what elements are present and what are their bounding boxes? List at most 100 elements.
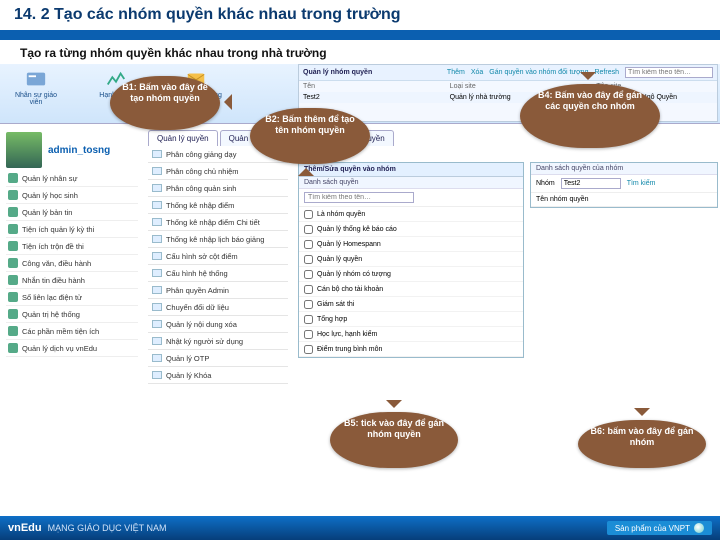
doc-icon: [152, 269, 162, 277]
search-input[interactable]: [625, 67, 713, 78]
stage: Nhân sự giáo viên Hạnh kiểm Tin nhắn thư…: [0, 64, 720, 504]
checkbox-row[interactable]: Học lực, hạnh kiểm: [299, 327, 523, 342]
sidebar-item[interactable]: Tiện ích trộn đề thi: [6, 238, 138, 255]
sidebar-item[interactable]: Quản lý học sinh: [6, 187, 138, 204]
right-panel: Danh sách quyền của nhóm Nhóm Tìm kiếm T…: [530, 162, 718, 208]
sidebar-item[interactable]: Công văn, điều hành: [6, 255, 138, 272]
checkbox[interactable]: [304, 240, 313, 249]
callout-b2: B2: Bấm thêm để tạo tên nhóm quyền: [250, 108, 370, 164]
menu-icon: [8, 207, 18, 217]
menu-icon: [8, 241, 18, 251]
checkbox-row[interactable]: Tổng hợp: [299, 312, 523, 327]
sidebar-item[interactable]: Nhắn tin điều hành: [6, 272, 138, 289]
rpanel-col: Tên nhóm quyền: [536, 196, 589, 203]
sidebar: Quản lý nhân sựQuản lý học sinhQuản lý b…: [6, 170, 138, 357]
checkbox-row[interactable]: Quản lý Homespann: [299, 237, 523, 252]
list-item[interactable]: Phân quyền Admin: [148, 282, 288, 299]
callout-b6: B6: bấm vào đây để gán nhóm: [578, 420, 706, 468]
list-item[interactable]: Thống kê nhập điểm: [148, 197, 288, 214]
refresh-button[interactable]: Refresh: [594, 69, 619, 76]
checkbox[interactable]: [304, 270, 313, 279]
menu-icon: [8, 292, 18, 302]
add-button[interactable]: Thêm: [447, 69, 465, 76]
header-curve: [0, 32, 720, 40]
permissions-list: Phân công giảng dạyPhân công chủ nhiệmPh…: [148, 146, 288, 384]
menu-icon: [8, 275, 18, 285]
search-button[interactable]: Tìm kiếm: [627, 180, 656, 187]
list-item[interactable]: Cấu hình sở cột điểm: [148, 248, 288, 265]
checkbox[interactable]: [304, 210, 313, 219]
sidebar-item[interactable]: Quản lý dịch vụ vnEdu: [6, 340, 138, 357]
list-item[interactable]: Cấu hình hệ thống: [148, 265, 288, 282]
checkbox-row[interactable]: Là nhóm quyền: [299, 207, 523, 222]
doc-icon: [152, 303, 162, 311]
dialog-subtitle: Danh sách quyền: [299, 177, 523, 189]
top-panel-toolbar: Quản lý nhóm quyền Thêm Xóa Gán quyền và…: [299, 65, 717, 81]
doc-icon: [152, 218, 162, 226]
doc-icon: [152, 167, 162, 175]
table-row[interactable]: Test2 Quản lý nhà trường Trường THPT Ngô…: [299, 92, 717, 103]
doc-icon: [152, 150, 162, 158]
sidebar-item[interactable]: Quản trị hệ thống: [6, 306, 138, 323]
checkbox-row[interactable]: Quản lý nhóm có tượng: [299, 267, 523, 282]
list-item[interactable]: Phân công quản sinh: [148, 180, 288, 197]
list-item[interactable]: Quản lý nội dung xóa: [148, 316, 288, 333]
sidebar-item[interactable]: Tiện ích quản lý kỳ thi: [6, 221, 138, 238]
rpanel-subtitle: Danh sách quyền của nhóm: [531, 163, 717, 175]
doc-icon: [152, 201, 162, 209]
tab-quyen[interactable]: Quản lý quyền: [148, 130, 218, 146]
dialog-search[interactable]: [304, 192, 414, 203]
footer: vnEdu MẠNG GIÁO DỤC VIỆT NAM Sản phẩm củ…: [0, 516, 720, 540]
username: admin_tosng: [48, 145, 110, 156]
checkbox[interactable]: [304, 300, 313, 309]
footer-vnpt: Sản phẩm của VNPT: [607, 521, 712, 535]
list-item[interactable]: Thống kê nhập điểm Chi tiết: [148, 214, 288, 231]
page-title: 14. 2 Tạo các nhóm quyền khác nhau trong…: [14, 6, 706, 24]
callout-b4: B4: Bấm vào đây để gán các quyền cho nhó…: [520, 84, 660, 148]
card-icon: [8, 68, 64, 90]
user-block: admin_tosng: [6, 132, 110, 168]
checkbox[interactable]: [304, 330, 313, 339]
sidebar-item[interactable]: Quản lý nhân sự: [6, 170, 138, 187]
list-item[interactable]: Nhật ký người sử dụng: [148, 333, 288, 350]
checkbox-row[interactable]: Cán bộ cho tài khoản: [299, 282, 523, 297]
checkbox-row[interactable]: Quản lý quyền: [299, 252, 523, 267]
menu-icon: [8, 258, 18, 268]
list-item[interactable]: Quản lý OTP: [148, 350, 288, 367]
dialog-title: Thêm/Sửa quyền vào nhóm: [299, 163, 523, 177]
callout-b5: B5: tick vào đây để gán nhóm quyền: [330, 412, 458, 468]
checkbox-row[interactable]: Giám sát thi: [299, 297, 523, 312]
menu-icon: [8, 190, 18, 200]
menu-icon: [8, 309, 18, 319]
list-item[interactable]: Chuyển đổi dữ liệu: [148, 299, 288, 316]
checkbox[interactable]: [304, 345, 313, 354]
assign-button[interactable]: Gán quyền vào nhóm đối tượng: [489, 69, 588, 76]
doc-icon: [152, 286, 162, 294]
checkbox-row[interactable]: Quản lý thống kê báo cáo: [299, 222, 523, 237]
doc-icon: [152, 320, 162, 328]
callout-b1: B1: Bấm vào đây để tạo nhóm quyền: [110, 76, 220, 130]
checkbox[interactable]: [304, 255, 313, 264]
menu-icon: [8, 326, 18, 336]
nhom-input[interactable]: [561, 178, 621, 189]
checkbox-row[interactable]: Điểm trung bình môn: [299, 342, 523, 357]
avatar: [6, 132, 42, 168]
sidebar-item[interactable]: Các phần mềm tiện ích: [6, 323, 138, 340]
list-item[interactable]: Phân công chủ nhiệm: [148, 163, 288, 180]
page-header: 14. 2 Tạo các nhóm quyền khác nhau trong…: [0, 0, 720, 32]
checkbox[interactable]: [304, 225, 313, 234]
menu-icon: [8, 224, 18, 234]
list-item[interactable]: Thống kê nhập lịch báo giảng: [148, 231, 288, 248]
doc-icon: [152, 184, 162, 192]
sidebar-item[interactable]: Sổ liên lạc điện tử: [6, 289, 138, 306]
table-header: Tên Loại site Tên site: [299, 81, 717, 92]
nhom-label: Nhóm: [536, 180, 555, 187]
checkbox[interactable]: [304, 315, 313, 324]
vnpt-icon: [694, 523, 704, 533]
ribbon-item[interactable]: Nhân sự giáo viên: [8, 68, 64, 119]
menu-icon: [8, 173, 18, 183]
list-item[interactable]: Quản lý Khóa: [148, 367, 288, 384]
delete-button[interactable]: Xóa: [471, 69, 483, 76]
checkbox[interactable]: [304, 285, 313, 294]
sidebar-item[interactable]: Quản lý bản tin: [6, 204, 138, 221]
